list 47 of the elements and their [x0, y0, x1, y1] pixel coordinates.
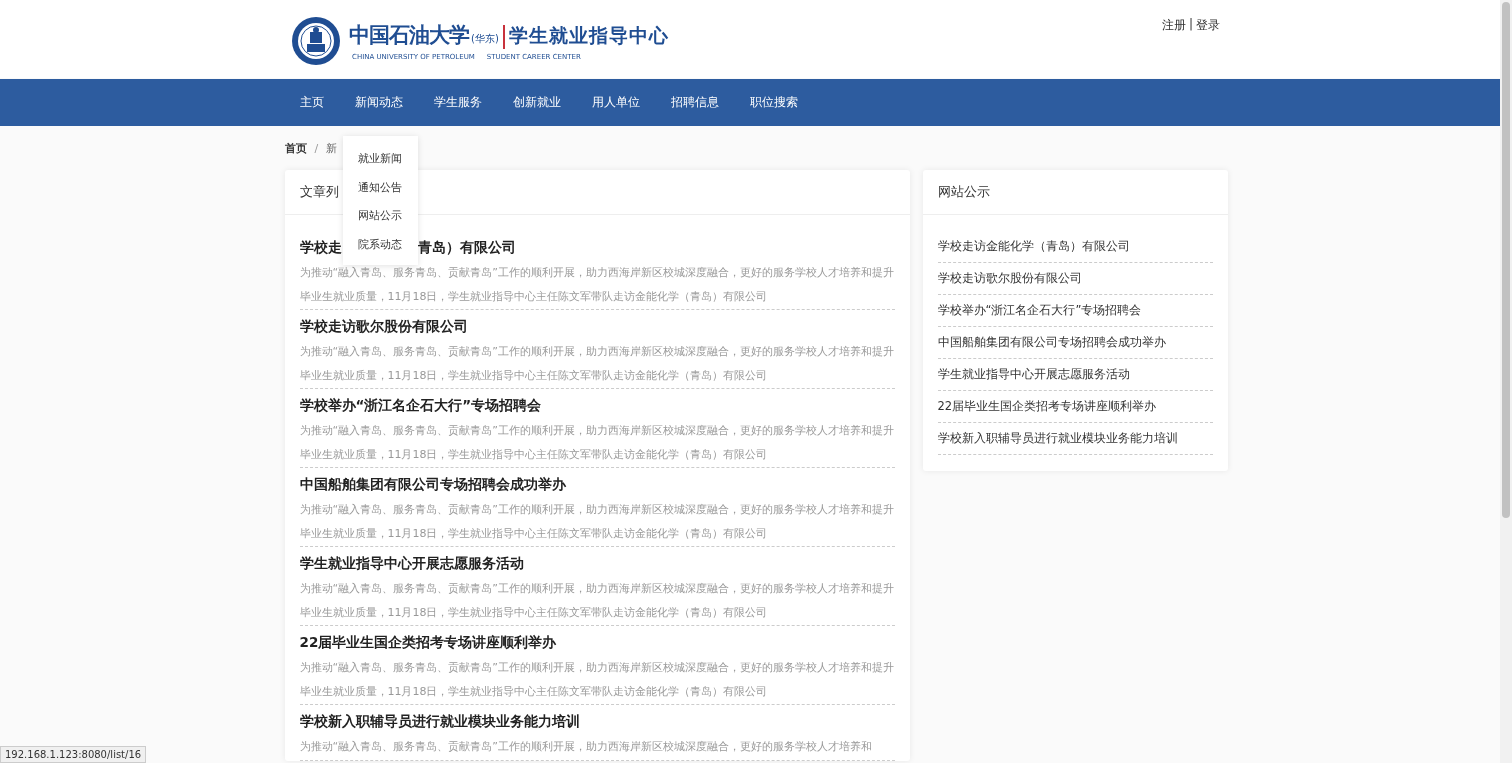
article-title[interactable]: 22届毕业生国企类招考专场讲座顺利举办	[299, 630, 557, 654]
card-title: 网站公示	[937, 184, 990, 199]
breadcrumb-separator: /	[314, 141, 319, 155]
nav-item[interactable]: 学生服务	[433, 95, 482, 109]
article-summary: 为推动“融入青岛、服务青岛、贡献青岛”工作的顺利开展，助力西海岸新区校城深度融合，更好的服务学校人才培养和	[299, 739, 873, 755]
article-title[interactable]: 青岛）有限公司	[417, 235, 516, 259]
auth-separator: |	[1188, 17, 1193, 33]
nav-item[interactable]: 用人单位	[591, 95, 640, 109]
article-title[interactable]: 学校新入职辅导员进行就业模块业务能力培训	[299, 709, 580, 733]
register-link[interactable]: 注册	[1161, 17, 1186, 66]
nav-item[interactable]: 主页	[299, 95, 324, 109]
dropdown-item[interactable]: 就业新闻	[342, 145, 418, 174]
notice-link[interactable]: 22届毕业生国企类招考专场讲座顺利举办	[937, 391, 1213, 423]
notice-link[interactable]: 学校举办“浙江名企石大行”专场招聘会	[937, 295, 1213, 327]
login-link[interactable]: 登录	[1196, 17, 1220, 66]
article-summary: 为推动“融入青岛、服务青岛、贡献青岛”工作的顺利开展，助力西海岸新区校城深度融合，更好的服务学校人才培养和提升毕业生就业质量，11月18日，学生就业指导中心主任陈文军带队走访金能化学（青岛）有限公司	[299, 265, 895, 305]
article-summary: 为推动“融入青岛、服务青岛、贡献青岛”工作的顺利开展，助力西海岸新区校城深度融合，更好的服务学校人才培养和提升毕业生就业质量，11月18日，学生就业指导中心主任陈文军带队走访金能化学（青岛）有限公司	[299, 423, 895, 463]
article-title[interactable]: 学校走访歌尔股份有限公司	[299, 314, 468, 338]
campus-label: (华东)	[471, 32, 499, 46]
article-summary: 为推动“融入青岛、服务青岛、贡献青岛”工作的顺利开展，助力西海岸新区校城深度融合，更好的服务学校人才培养和提升毕业生就业质量，11月18日，学生就业指导中心主任陈文军带队走访金能化学（青岛）有限公司	[299, 581, 895, 621]
breadcrumb-item: 新	[326, 140, 338, 156]
nav-item[interactable]: 职位搜索	[749, 95, 798, 109]
notice-link[interactable]: 学校走访金能化学（青岛）有限公司	[937, 231, 1213, 263]
nav-item[interactable]: 创新就业	[512, 95, 561, 109]
notice-link[interactable]: 学生就业指导中心开展志愿服务活动	[937, 359, 1213, 391]
article-title[interactable]: 学校走	[299, 235, 342, 259]
dropdown-item[interactable]: 通知公告	[342, 173, 418, 202]
article-summary: 为推动“融入青岛、服务青岛、贡献青岛”工作的顺利开展，助力西海岸新区校城深度融合，更好的服务学校人才培养和提升毕业生就业质量，11月18日，学生就业指导中心主任陈文军带队走访金能化学（青岛）有限公司	[299, 502, 895, 542]
card-title: 文章列	[299, 184, 339, 199]
emblem-icon	[291, 16, 341, 66]
article-title[interactable]: 学校举办“浙江名企石大行”专场招聘会	[299, 393, 542, 417]
article-summary: 为推动“融入青岛、服务青岛、贡献青岛”工作的顺利开展，助力西海岸新区校城深度融合，更好的服务学校人才培养和提升毕业生就业质量，11月18日，学生就业指导中心主任陈文军带队走访金能化学（青岛）有限公司	[299, 660, 895, 700]
dropdown-item[interactable]: 院系动态	[342, 230, 418, 259]
nav-item[interactable]: 新闻动态	[354, 95, 403, 109]
notice-link[interactable]: 中国船舶集团有限公司专场招聘会成功举办	[937, 327, 1213, 359]
article-title[interactable]: 中国船舶集团有限公司专场招聘会成功举办	[299, 472, 566, 496]
article-summary: 为推动“融入青岛、服务青岛、贡献青岛”工作的顺利开展，助力西海岸新区校城深度融合，更好的服务学校人才培养和提升毕业生就业质量，11月18日，学生就业指导中心主任陈文军带队走访金能化学（青岛）有限公司	[299, 344, 895, 384]
notice-link[interactable]: 学校新入职辅导员进行就业模块业务能力培训	[937, 423, 1213, 455]
nav-item[interactable]: 招聘信息	[670, 95, 719, 109]
notice-link[interactable]: 学校走访歌尔股份有限公司	[937, 263, 1213, 295]
university-name: 中国石油大学	[349, 21, 469, 49]
center-name: 学生就业指导中心	[508, 23, 669, 48]
article-title[interactable]: 学生就业指导中心开展志愿服务活动	[299, 551, 524, 575]
dropdown-item[interactable]: 网站公示	[342, 202, 418, 231]
scrollbar[interactable]	[1500, 0, 1512, 763]
status-url: 192.168.1.123:8080/list/16	[0, 746, 147, 763]
breadcrumb-item[interactable]: 首页	[284, 140, 307, 156]
